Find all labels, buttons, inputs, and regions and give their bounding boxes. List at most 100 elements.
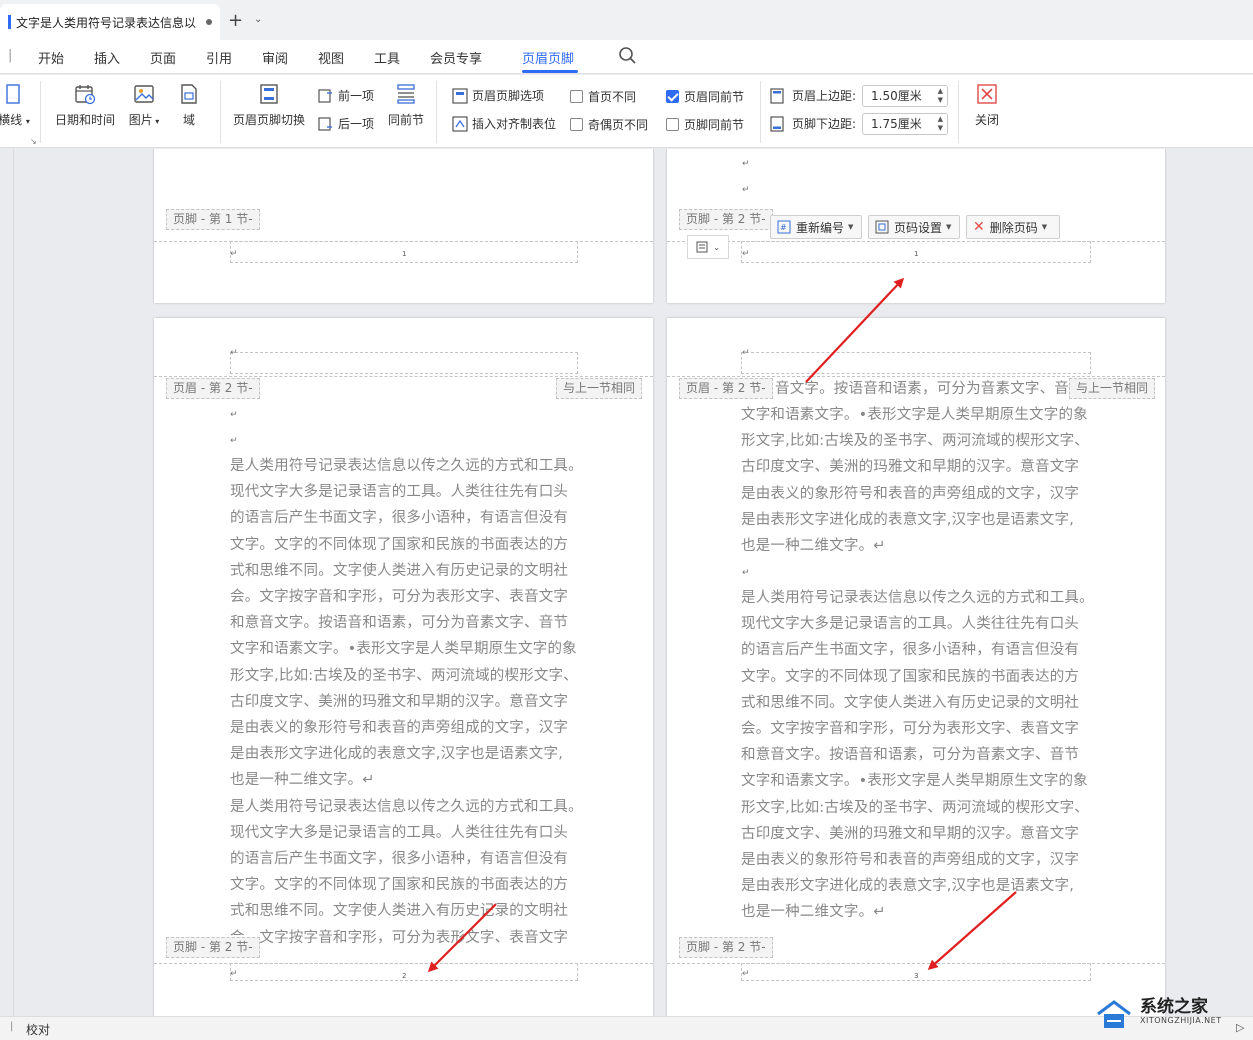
- renumber-label: 重新编号: [796, 220, 845, 235]
- hf-switch-label: 页眉页脚切换: [232, 113, 305, 127]
- field-icon: [181, 84, 197, 104]
- page-3-body-text[interactable]: 是人类用符号记录表达信息以传之久远的方式和工具。 现代文字大多是记录语言的工具。…: [230, 453, 583, 951]
- chevron-down-icon[interactable]: ⌄: [254, 14, 262, 25]
- header-box[interactable]: [230, 352, 578, 374]
- picture-button[interactable]: 图片 ▾: [124, 83, 164, 128]
- footer-bottom-margin-input[interactable]: 1.75厘米 ▲ ▼: [862, 113, 948, 135]
- ribbon-separator: [220, 81, 221, 143]
- paragraph-mark: ↵: [742, 568, 750, 578]
- field-button[interactable]: 域: [174, 83, 204, 128]
- hf-switch-button[interactable]: 页眉页脚切换: [228, 83, 310, 128]
- picture-label: 图片: [128, 113, 153, 127]
- page-4: ↵ 音文字。按语音和语素，可分为音素文字、音 页眉 - 第 2 节- 与上一节相…: [667, 318, 1165, 1016]
- first-page-diff-checkbox[interactable]: 首页不同: [570, 88, 636, 105]
- footer-insert-menu[interactable]: ⌄: [687, 235, 729, 259]
- delete-icon: ✕: [973, 219, 985, 235]
- prev-item-label: 前一项: [338, 89, 375, 103]
- page-number-settings-button[interactable]: 页码设置 ▼: [868, 215, 960, 239]
- unsaved-dot-icon[interactable]: [206, 19, 212, 25]
- delete-page-number-label: 删除页码: [989, 220, 1038, 235]
- next-icon: [318, 116, 332, 131]
- group-expand-icon[interactable]: ↘: [30, 137, 37, 146]
- prev-item-button[interactable]: 前一项: [318, 87, 374, 104]
- datetime-button[interactable]: 日期和时间: [52, 83, 118, 128]
- header-same-prev-box[interactable]: [666, 90, 679, 103]
- watermark-url: XITONGZHIJIA.NET: [1140, 1016, 1222, 1025]
- horizontal-line-button[interactable]: 横线 ▾: [0, 83, 34, 128]
- page-4-first-line[interactable]: 音文字。按语音和语素，可分为音素文字、音: [775, 376, 1069, 402]
- menu-home[interactable]: 开始: [38, 48, 64, 67]
- page-4-body-text[interactable]: 文字和语素文字。•表形文字是人类早期原生文字的象 形文字,比如:古埃及的圣书字、…: [741, 402, 1089, 559]
- footer-same-prev-box[interactable]: [666, 118, 679, 131]
- page-number-icon: [696, 241, 708, 253]
- footer-bottom-margin-value: 1.75厘米: [871, 117, 922, 131]
- footer-bottom-margin: 页脚下边距:: [770, 115, 856, 132]
- footer-same-prev-checkbox[interactable]: 页脚同前节: [666, 116, 744, 133]
- menu-references[interactable]: 引用: [206, 48, 232, 67]
- document-icon: [8, 15, 11, 29]
- hf-options-label: 页眉页脚选项: [472, 89, 545, 103]
- paragraph-mark: ↵: [230, 436, 238, 446]
- odd-even-diff-label: 奇偶页不同: [588, 118, 649, 132]
- document-tab-title: 文字是人类用符号记录表达信息以: [16, 15, 197, 30]
- search-icon[interactable]: [618, 46, 638, 66]
- watermark-logo: 系统之家 XITONGZHIJIA.NET: [1092, 990, 1253, 1034]
- header-box[interactable]: [741, 352, 1091, 374]
- paragraph-mark: ↵: [230, 348, 238, 358]
- page-4-body-text-2[interactable]: 是人类用符号记录表达信息以传之久远的方式和工具。 现代文字大多是记录语言的工具。…: [741, 585, 1094, 926]
- previous-icon: [318, 88, 332, 103]
- page-1: 页脚 - 第 1 节- 1 ↵: [154, 149, 653, 303]
- ribbon: 横线 ▾ 日期和时间 图片 ▾ 域 页眉页脚切换 前一项 后一项 同前节 页眉页…: [0, 75, 1253, 148]
- next-item-button[interactable]: 后一项: [318, 115, 374, 132]
- next-item-label: 后一项: [338, 117, 375, 131]
- menu-insert[interactable]: 插入: [94, 48, 120, 67]
- odd-even-diff-checkbox[interactable]: 奇偶页不同: [570, 116, 648, 133]
- header-footer-switch-icon: [260, 84, 278, 104]
- close-label: 关闭: [974, 113, 999, 127]
- delete-page-number-button[interactable]: ✕ 删除页码 ▼: [966, 215, 1060, 239]
- header-same-prev-checkbox[interactable]: 页眉同前节: [666, 88, 744, 105]
- datetime-label: 日期和时间: [54, 113, 115, 127]
- footer-section-tag: 页脚 - 第 1 节-: [166, 209, 260, 230]
- first-page-diff-label: 首页不同: [588, 90, 637, 104]
- proofread-button[interactable]: 校对: [26, 1021, 50, 1038]
- menu-review[interactable]: 审阅: [262, 48, 288, 67]
- menu-header-footer[interactable]: 页眉页脚: [522, 48, 574, 67]
- header-top-margin-input[interactable]: 1.50厘米 ▲ ▼: [862, 85, 948, 107]
- menu-overflow[interactable]: |: [8, 48, 12, 63]
- first-page-diff-box[interactable]: [570, 90, 583, 103]
- calendar-icon: [75, 85, 96, 105]
- new-tab-button[interactable]: +: [228, 10, 243, 31]
- menu-page[interactable]: 页面: [150, 48, 176, 67]
- paragraph-mark: ↵: [742, 969, 750, 979]
- house-logo-icon: [1097, 1000, 1131, 1028]
- page-number: 2: [402, 972, 407, 980]
- paragraph-mark: ↵: [230, 410, 238, 420]
- hf-options-button[interactable]: 页眉页脚选项: [452, 87, 544, 104]
- header-top-margin-label: 页眉上边距:: [792, 89, 857, 103]
- close-header-footer-button[interactable]: 关闭: [968, 83, 1006, 128]
- paragraph-mark: ↵: [742, 185, 750, 195]
- header-section-tag: 页眉 - 第 2 节-: [166, 378, 260, 399]
- header-same-prev-label: 页眉同前节: [684, 90, 745, 104]
- same-as-previous-button[interactable]: 同前节: [386, 83, 426, 128]
- spin-arrows-icon[interactable]: ▲ ▼: [938, 115, 943, 133]
- vertical-ruler: [0, 149, 14, 1016]
- renumber-button[interactable]: # 重新编号 ▼: [770, 215, 862, 239]
- paragraph-mark: ↵: [230, 249, 238, 259]
- odd-even-diff-box[interactable]: [570, 118, 583, 131]
- footer-bottom-margin-label: 页脚下边距:: [792, 117, 857, 131]
- document-tab[interactable]: 文字是人类用符号记录表达信息以: [0, 4, 220, 40]
- footer-section-tag: 页脚 - 第 2 节-: [679, 209, 773, 230]
- menu-view[interactable]: 视图: [318, 48, 344, 67]
- ribbon-separator: [40, 81, 41, 143]
- menu-member[interactable]: 会员专享: [430, 48, 482, 67]
- paragraph-mark: ↵: [742, 159, 750, 169]
- menu-tools[interactable]: 工具: [374, 48, 400, 67]
- spin-arrows-icon[interactable]: ▲ ▼: [938, 87, 943, 105]
- footer-section-tag: 页脚 - 第 2 节-: [679, 937, 773, 958]
- paragraph-mark: ↵: [742, 249, 750, 259]
- status-divider: |: [10, 1021, 14, 1032]
- insert-align-tab-label: 插入对齐制表位: [472, 117, 557, 131]
- insert-align-tab-button[interactable]: 插入对齐制表位: [452, 115, 556, 132]
